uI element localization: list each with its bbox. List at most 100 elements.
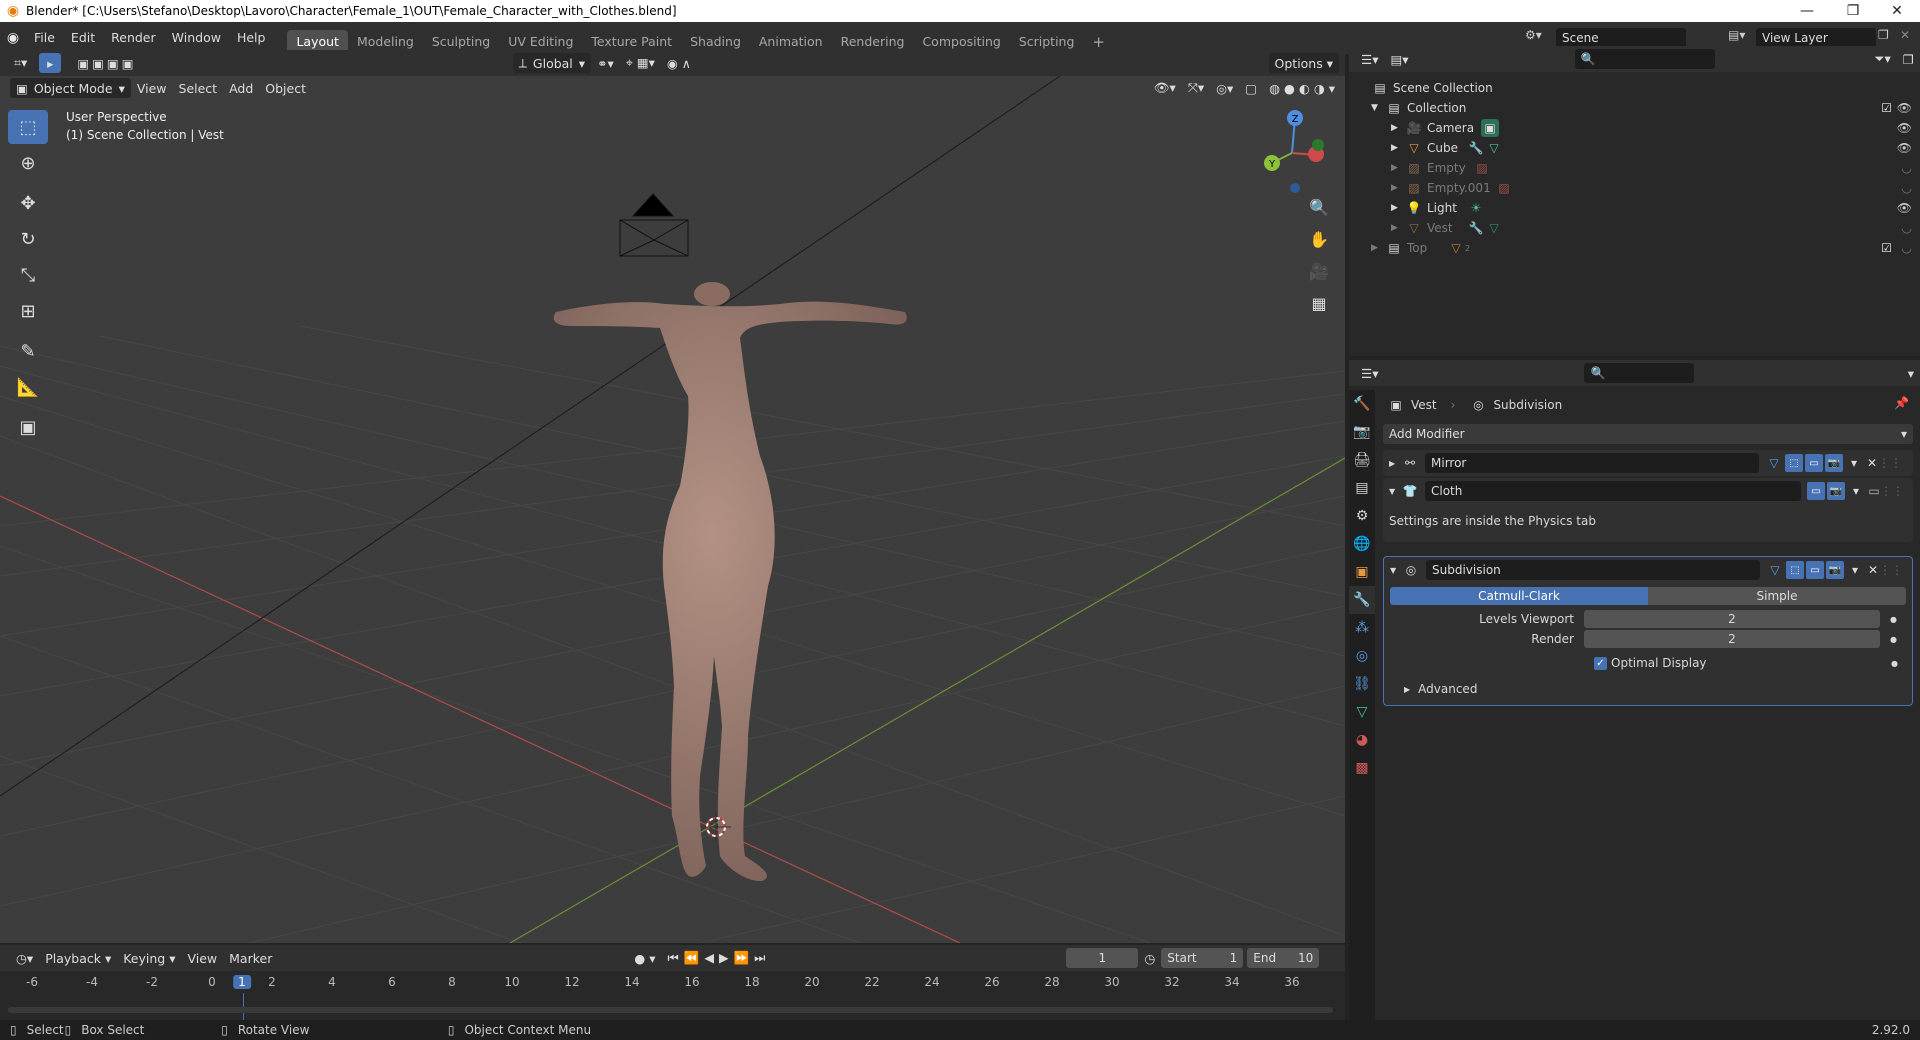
object-tab-icon[interactable]: ▣ (1349, 558, 1375, 586)
menu-edit[interactable]: Edit (63, 27, 103, 49)
camera-view-icon[interactable]: 🎥 (1304, 256, 1334, 286)
empty-001-expand-icon[interactable]: ▶ (1391, 183, 1405, 193)
remove-view-layer-icon[interactable]: ✕ (1900, 28, 1910, 42)
menu-help[interactable]: Help (229, 27, 274, 49)
world-tab-icon[interactable]: 🌐 (1349, 530, 1375, 558)
cloth-name-field[interactable]: Cloth (1425, 481, 1801, 501)
playback-menu[interactable]: Playback ▾ (39, 948, 117, 968)
outliner-item-cube[interactable]: ▶ ▽ Cube 🔧 ▽ 👁 (1349, 138, 1920, 158)
empty-001-visibility-icon[interactable]: ◡ (1902, 181, 1912, 195)
select-mode-icons[interactable]: ▣▣▣▣ (71, 53, 142, 73)
optimal-display-keyframe-icon[interactable]: ● (1891, 659, 1898, 668)
mirror-drag-handle-icon[interactable]: ⋮⋮ (1878, 454, 1902, 472)
scene-name-field[interactable]: Scene (1556, 28, 1686, 48)
subdivision-drag-handle-icon[interactable]: ⋮⋮ (1879, 561, 1903, 579)
annotate-tool-icon[interactable]: ✎ (8, 334, 48, 368)
top-visibility-icon[interactable]: ◡ (1902, 241, 1912, 255)
render-levels-keyframe-icon[interactable]: ● (1890, 635, 1897, 644)
tool-tab-icon[interactable]: 🔨 (1349, 390, 1375, 418)
modifier-tab-icon[interactable]: 🔧 (1349, 586, 1375, 614)
mirror-editmode-icon[interactable]: ▽ (1765, 454, 1783, 472)
cloth-expand-icon[interactable]: ▼ (1389, 487, 1401, 496)
top-expand-icon[interactable]: ▶ (1371, 243, 1385, 253)
cloth-render-icon[interactable]: 📷 (1827, 482, 1845, 500)
collection-expand-icon[interactable]: ▼ (1371, 103, 1385, 113)
particles-tab-icon[interactable]: ⁂ (1349, 614, 1375, 642)
zoom-icon[interactable]: 🔍 (1304, 192, 1334, 222)
outliner-item-light[interactable]: ▶ 💡 Light ☀ 👁 (1349, 198, 1920, 218)
camera-expand-icon[interactable]: ▶ (1391, 123, 1405, 133)
collection-visibility-icon[interactable]: 👁 (1897, 101, 1912, 115)
start-frame-field[interactable]: Start 1 (1161, 948, 1244, 968)
light-expand-icon[interactable]: ▶ (1391, 203, 1405, 213)
physics-tab-icon[interactable]: ◎ (1349, 642, 1375, 670)
advanced-expand-icon[interactable]: ▶ (1404, 685, 1410, 694)
playback-controls-icons[interactable]: ⏮⏪◀▶⏩⏭ (662, 948, 777, 968)
view-layer-icon[interactable]: ▤▾ (1728, 28, 1745, 42)
visibility-icon[interactable]: 👁▾ (1148, 78, 1182, 98)
gizmo-toggle-icon[interactable]: ⤧▾ (1182, 78, 1210, 98)
empty-expand-icon[interactable]: ▶ (1391, 163, 1405, 173)
mirror-cage-icon[interactable]: ⬚ (1785, 454, 1803, 472)
vest-expand-icon[interactable]: ▶ (1391, 223, 1405, 233)
frame-ruler[interactable]: -6 -4 -2 0 1 2 4 6 8 10 12 14 16 18 20 22 24 26 28 30 32 34 36 (0, 975, 1345, 995)
subdivision-cage-icon[interactable]: ⬚ (1786, 561, 1804, 579)
top-checkbox[interactable]: ☑ (1881, 241, 1892, 255)
empty-visibility-icon[interactable]: ◡ (1902, 161, 1912, 175)
end-frame-field[interactable]: End 10 (1247, 948, 1320, 968)
outliner-display-mode-icon[interactable]: ▤▾ (1384, 49, 1414, 69)
menu-add[interactable]: Add (223, 78, 259, 98)
new-collection-icon[interactable]: ❐ (1897, 49, 1920, 69)
subdivision-editmode-icon[interactable]: ▽ (1766, 561, 1784, 579)
editor-type-icon[interactable]: ⌗▾ (8, 53, 33, 73)
character-body[interactable] (553, 282, 907, 882)
subdivision-options-icon[interactable]: ▾ (1846, 561, 1864, 579)
transform-tool-icon[interactable]: ⊞ (8, 294, 48, 328)
select-tool-icon[interactable]: ▸ (39, 53, 62, 73)
camera-object[interactable] (619, 193, 689, 257)
render-tab-icon[interactable]: 📷 (1349, 418, 1375, 446)
subdivision-name-field[interactable]: Subdivision (1426, 560, 1760, 580)
subdivision-modifier-header[interactable]: ▼ ◎ Subdivision ▽ ⬚ ▭ 📷 ▾ ✕ ⋮⋮ (1384, 557, 1912, 583)
cloth-options-icon[interactable]: ▾ (1847, 482, 1865, 500)
output-tab-icon[interactable]: 🖨 (1349, 446, 1375, 474)
3d-viewport[interactable]: ▣ Object Mode ▾ View Select Add Object 👁▾… (0, 76, 1345, 943)
add-modifier-dropdown[interactable]: Add Modifier ▾ (1383, 424, 1913, 444)
light-visibility-icon[interactable]: 👁 (1897, 201, 1912, 215)
outliner-editor-type-icon[interactable]: ☰▾ (1355, 49, 1384, 69)
scale-tool-icon[interactable]: ⤡ (8, 258, 48, 292)
timeline-view-menu[interactable]: View (181, 948, 223, 968)
proportional-edit-icon[interactable]: ◉ ∧ (661, 53, 697, 73)
optimal-display-checkbox[interactable]: ✓ (1594, 656, 1607, 670)
cloth-viewport-icon[interactable]: ▭ (1807, 482, 1825, 500)
view-layer-tab-icon[interactable]: ▤ (1349, 474, 1375, 502)
select-box-tool-icon[interactable]: ⬚ (8, 110, 48, 144)
xray-icon[interactable]: ▢ (1239, 78, 1263, 98)
menu-object[interactable]: Object (259, 78, 312, 98)
scene-tab-icon[interactable]: ⚙ (1349, 502, 1375, 530)
material-tab-icon[interactable]: ◕ (1349, 726, 1375, 754)
menu-render[interactable]: Render (103, 27, 164, 49)
collection-row[interactable]: ▼ ▤ Collection ☑ 👁 (1349, 98, 1920, 118)
menu-view[interactable]: View (131, 78, 173, 98)
restore-button[interactable]: ❐ (1830, 0, 1876, 22)
properties-editor-type-icon[interactable]: ☰▾ (1355, 363, 1384, 383)
outliner-item-vest[interactable]: ▶ ▽ Vest 🔧 ▽ ◡ (1349, 218, 1920, 238)
filter-icon[interactable]: ⏷▾ (1869, 49, 1897, 69)
outliner-item-camera[interactable]: ▶ 🎥 Camera ▣ 👁 (1349, 118, 1920, 138)
cube-expand-icon[interactable]: ▶ (1391, 143, 1405, 153)
mirror-modifier-header[interactable]: ▶ ⚯ Mirror ▽ ⬚ ▭ 📷 ▾ ✕ ⋮⋮ (1383, 450, 1913, 476)
pin-icon[interactable]: 📌 (1894, 396, 1909, 410)
mirror-options-icon[interactable]: ▾ (1845, 454, 1863, 472)
object-mode-dropdown[interactable]: ▣ Object Mode ▾ (10, 78, 131, 98)
cube-visibility-icon[interactable]: 👁 (1897, 141, 1912, 155)
new-view-layer-icon[interactable]: ❐ (1878, 28, 1889, 42)
simple-button[interactable]: Simple (1648, 587, 1906, 605)
overlay-toggle-icon[interactable]: ◎▾ (1210, 78, 1239, 98)
render-levels-field[interactable]: 2 (1584, 630, 1880, 648)
rotate-tool-icon[interactable]: ↻ (8, 222, 48, 256)
measure-tool-icon[interactable]: 📐 (8, 370, 48, 404)
preview-range-icon[interactable]: ◷ (1138, 948, 1161, 968)
timeline-editor-type-icon[interactable]: ◷▾ (10, 948, 39, 968)
cursor-tool-icon[interactable]: ⊕ (8, 146, 48, 180)
